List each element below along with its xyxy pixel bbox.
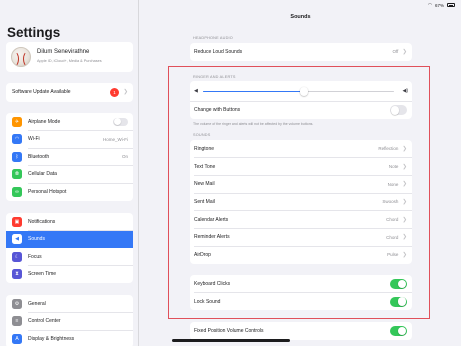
moon-icon: ☾ xyxy=(12,251,22,262)
wifi-icon: ◠ xyxy=(12,134,22,145)
update-badge: 1 xyxy=(110,88,119,97)
headphone-audio-header: HEADPHONE AUDIO xyxy=(193,36,233,40)
hourglass-icon: ⧗ xyxy=(12,269,22,280)
sidebar-item-airplane-mode[interactable]: ✈ Airplane Mode xyxy=(6,113,133,131)
sidebar-item-general[interactable]: ⚙ General xyxy=(6,295,133,313)
software-update-label: Software Update Available xyxy=(12,89,71,95)
profile-subtitle: Apple ID, iCloud+, Media & Purchases xyxy=(37,59,102,63)
bluetooth-value: On xyxy=(121,154,128,160)
chevron-right-icon: ❯ xyxy=(402,48,407,55)
highlight-box xyxy=(168,66,430,319)
general-group: ⚙ General ≡ Control Center A Display & B… xyxy=(6,295,133,346)
sidebar-item-bluetooth[interactable]: ᛒ Bluetooth On xyxy=(6,148,133,166)
sidebar-item-notifications[interactable]: ▣ Notifications xyxy=(6,213,133,231)
airplane-icon: ✈ xyxy=(12,116,22,127)
fixed-position-volume-row: Fixed Position Volume Controls xyxy=(190,322,412,340)
sidebar-item-focus[interactable]: ☾ Focus xyxy=(6,248,133,266)
avatar xyxy=(11,47,31,67)
sidebar-item-sounds[interactable]: ◀ Sounds xyxy=(6,230,133,248)
sidebar-item-display-brightness[interactable]: A Display & Brightness xyxy=(6,330,133,346)
notifications-icon: ▣ xyxy=(12,216,22,227)
profile-name: Dilum Senevirathne xyxy=(37,49,90,55)
speaker-icon: ◀ xyxy=(12,234,22,245)
bluetooth-icon: ᛒ xyxy=(12,151,22,162)
sidebar-item-screen-time[interactable]: ⧗ Screen Time xyxy=(6,266,133,284)
chevron-right-icon: ❯ xyxy=(123,89,128,95)
control-center-icon: ≡ xyxy=(12,316,22,327)
airplane-mode-toggle[interactable] xyxy=(113,117,128,126)
cellular-icon: ⦾ xyxy=(12,169,22,180)
display-icon: A xyxy=(12,333,22,344)
sidebar-item-wifi[interactable]: ◠ Wi-Fi Home_Wi-Fi xyxy=(6,131,133,148)
home-indicator[interactable] xyxy=(172,339,290,342)
reduce-loud-sounds-row[interactable]: Reduce Loud Sounds Off ❯ xyxy=(190,43,412,61)
gear-icon: ⚙ xyxy=(12,298,22,309)
sidebar-item-personal-hotspot[interactable]: ∞ Personal Hotspot xyxy=(6,183,133,201)
hotspot-icon: ∞ xyxy=(12,186,22,197)
fixed-position-volume-toggle[interactable] xyxy=(390,325,407,336)
reduce-loud-sounds-value: Off xyxy=(392,49,399,55)
headphone-audio-card: Reduce Loud Sounds Off ❯ xyxy=(190,43,412,61)
sidebar: Settings Dilum Senevirathne Apple ID, iC… xyxy=(0,0,139,346)
sidebar-title: Settings xyxy=(7,25,61,40)
wifi-network-value: Home_Wi-Fi xyxy=(102,136,128,142)
connectivity-group: ✈ Airplane Mode ◠ Wi-Fi Home_Wi-Fi ᛒ Blu… xyxy=(6,113,133,201)
apple-id-profile[interactable]: Dilum Senevirathne Apple ID, iCloud+, Me… xyxy=(6,42,133,72)
sidebar-item-control-center[interactable]: ≡ Control Center xyxy=(6,313,133,330)
volume-controls-card: Fixed Position Volume Controls xyxy=(190,322,412,340)
software-update-row[interactable]: Software Update Available 1 ❯ xyxy=(6,83,133,102)
page-title: Sounds xyxy=(290,14,311,20)
notifications-group: ▣ Notifications ◀ Sounds ☾ Focus ⧗ Scree… xyxy=(6,213,133,283)
sidebar-item-cellular-data[interactable]: ⦾ Cellular Data xyxy=(6,166,133,183)
